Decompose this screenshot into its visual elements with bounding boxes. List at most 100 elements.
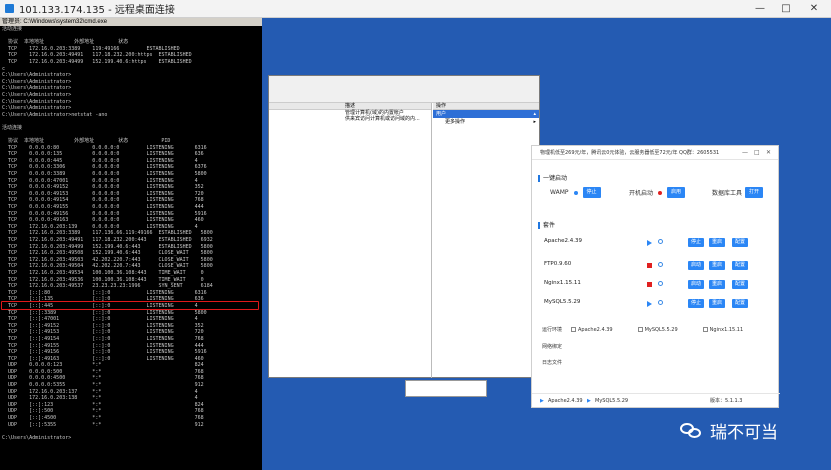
- mmc-list: 描述 管理计算机(域)的内置帐户 供来宾访问计算机或访问域的内...: [269, 103, 432, 378]
- actions-header: 操作: [433, 103, 539, 110]
- cmd-line: c: [2, 65, 6, 72]
- cmd-line: TCP 172.16.0.203:49491 117.18.232.200:44…: [2, 237, 213, 243]
- suite-title: 套件: [538, 220, 555, 229]
- log-label: 日志文件: [542, 360, 563, 366]
- rdp-title: 101.133.174.135 - 远程桌面连接: [19, 5, 175, 16]
- service-row: Apache2.4.39 停止 重启 配置: [544, 238, 772, 248]
- quick-title: 一键启动: [538, 173, 567, 182]
- settings-icon[interactable]: [658, 239, 663, 244]
- service-name: Apache2.4.39: [544, 238, 583, 244]
- service-row: FTP0.9.60 启动 重启 配置: [544, 261, 772, 271]
- checkbox[interactable]: [571, 327, 577, 332]
- status-icon: [647, 263, 652, 268]
- cmd-line: TCP [::]:49154 [::]:0 LISTENING 768: [2, 335, 204, 342]
- col-desc: 描述: [345, 103, 356, 109]
- run-env: 运行环境 Apache2.4.39 MySQL5.5.29 Nginx1.15.…: [542, 326, 744, 334]
- service-toggle-button[interactable]: 启动: [688, 261, 705, 270]
- cmd-line: C:\Users\Administrator>: [2, 98, 72, 105]
- cmd-line: TCP 172.16.0.203:3389 119:49166 ESTABLIS…: [2, 45, 180, 52]
- service-toggle-button[interactable]: 停止: [688, 299, 705, 308]
- minimize-button[interactable]: —: [742, 146, 748, 160]
- cmd-line: 协议 本地地址 外部地址 状态: [2, 39, 129, 46]
- cmd-line: TCP 0.0.0.0:80 0.0.0.0:0 LISTENING 6316: [2, 144, 207, 151]
- status-icon: [647, 240, 652, 246]
- service-config-button[interactable]: 配置: [732, 299, 749, 308]
- service-toggle-button[interactable]: 启动: [688, 280, 705, 289]
- cmd-line: C:\Users\Administrator>netstat -ano: [2, 111, 108, 118]
- cmd-window[interactable]: 管理员: C:\Windows\system32\cmd.exe 活动连接 协议…: [0, 18, 262, 470]
- dbtool-open-button[interactable]: 打开: [745, 187, 764, 198]
- status-icon: [647, 282, 652, 287]
- mmc-list-header: 描述: [269, 103, 431, 110]
- maximize-button[interactable]: □: [777, 1, 795, 16]
- mmc-toolbar: [269, 76, 539, 103]
- cmd-line: TCP 0.0.0.0:49156 0.0.0.0:0 LISTENING 59…: [2, 210, 207, 217]
- version-label: 版本：5.1.1.3: [710, 398, 743, 404]
- cmd-line: UDP [::]:4500 *:* 768: [2, 415, 204, 422]
- cmd-line: TCP 0.0.0.0:3306 0.0.0.0:0 LISTENING 637…: [2, 164, 207, 171]
- mmc-actions: 操作 用户 ▴ 更多操作 ▸: [433, 103, 539, 378]
- service-config-button[interactable]: 配置: [732, 238, 749, 247]
- service-config-button[interactable]: 配置: [732, 261, 749, 270]
- cmd-line: C:\Users\Administrator>: [2, 105, 72, 112]
- service-restart-button[interactable]: 重启: [709, 261, 726, 270]
- status-icon: [647, 301, 652, 307]
- cmd-line: UDP [::]:500 *:* 768: [2, 408, 204, 415]
- minimize-button[interactable]: —: [751, 1, 769, 16]
- mmc-window[interactable]: 描述 管理计算机(域)的内置帐户 供来宾访问计算机或访问域的内... 操作 用户…: [268, 75, 540, 378]
- cmd-line: TCP 172.16.0.203:49508 152.199.40.6:443 …: [2, 250, 213, 257]
- cmd-line: UDP 0.0.0.0:5355 *:* 912: [2, 382, 204, 389]
- service-restart-button[interactable]: 重启: [709, 238, 726, 247]
- phpstudy-panel[interactable]: 物理机低至269元/年，腾讯云0元体验，云服务器低至72元/年 QQ群：2605…: [531, 145, 780, 408]
- cmd-line: UDP 0.0.0.0:500 *:* 768: [2, 368, 204, 375]
- cmd-line: TCP 172.16.0.203:49503 42.202.220.7:443 …: [2, 256, 213, 263]
- close-button[interactable]: ✕: [766, 146, 771, 160]
- cmd-line: C:\Users\Administrator>: [2, 78, 72, 85]
- checkbox[interactable]: [702, 327, 708, 332]
- service-row: MySQL5.5.29 停止 重启 配置: [544, 299, 772, 309]
- close-button[interactable]: ✕: [805, 1, 823, 16]
- rdp-titlebar: 101.133.174.135 - 远程桌面连接 — □ ✕: [0, 0, 831, 18]
- cmd-line: TCP [::]:3389 [::]:0 LISTENING 5800: [2, 309, 207, 316]
- cmd-line: TCP [::]:49153 [::]:0 LISTENING 720: [2, 329, 204, 336]
- service-name: FTP0.9.60: [544, 261, 572, 267]
- cmd-line: C:\Users\Administrator>: [2, 85, 72, 92]
- cmd-line: TCP 172.16.0.203:49504 42.202.220.7:443 …: [2, 263, 213, 270]
- cmd-line: [0, 118, 262, 125]
- cmd-output: 活动连接 协议 本地地址 外部地址 状态 TCP 172.16.0.203:33…: [0, 26, 262, 441]
- cmd-line: UDP 0.0.0.0:4500 *:* 768: [2, 375, 204, 382]
- checkbox[interactable]: [637, 327, 643, 332]
- settings-icon[interactable]: [658, 300, 663, 305]
- rdp-icon: [5, 4, 14, 13]
- service-row: Nginx1.15.11 启动 重启 配置: [544, 280, 772, 290]
- notice-text: 物理机低至269元/年，腾讯云0元体验，云服务器低至72元/年 QQ群：2605…: [540, 150, 720, 156]
- quick-autostart: 开机启动 启用: [629, 187, 686, 198]
- collapse-icon: ▴: [533, 111, 536, 117]
- cmd-line: UDP 172.16.0.203:138 *:* 4: [2, 395, 198, 402]
- cmd-line: TCP 0.0.0.0:49155 0.0.0.0:0 LISTENING 44…: [2, 204, 204, 211]
- service-config-button[interactable]: 配置: [732, 280, 749, 289]
- service-toggle-button[interactable]: 停止: [688, 238, 705, 247]
- settings-icon[interactable]: [658, 262, 663, 267]
- cmd-line: UDP 0.0.0.0:123 *:* 824: [2, 362, 204, 369]
- settings-icon[interactable]: [658, 281, 663, 286]
- wamp-stop-button[interactable]: 停止: [582, 187, 601, 198]
- list-item[interactable]: 供来宾访问计算机或访问域的内...: [269, 116, 431, 122]
- restore-button[interactable]: □: [754, 146, 760, 160]
- service-restart-button[interactable]: 重启: [709, 280, 726, 289]
- cmd-line: TCP 172.16.0.203:49491 117.18.232.200:ht…: [2, 52, 192, 59]
- cmd-line: TCP 0.0.0.0:49152 0.0.0.0:0 LISTENING 35…: [2, 184, 204, 191]
- autostart-enable-button[interactable]: 启用: [667, 187, 686, 198]
- cmd-line: TCP 0.0.0.0:445 0.0.0.0:0 LISTENING 4: [2, 157, 198, 164]
- cmd-line: TCP 172.16.0.203:49499 152.199.40.6:443 …: [2, 243, 213, 250]
- cmd-line: TCP [::]:49155 [::]:0 LISTENING 444: [2, 342, 204, 349]
- cmd-line: 活动连接: [2, 26, 23, 32]
- service-restart-button[interactable]: 重启: [709, 299, 726, 308]
- panel-topbar: 物理机低至269元/年，腾讯云0元体验，云服务器低至72元/年 QQ群：2605…: [532, 146, 778, 160]
- service-name: Nginx1.15.11: [544, 280, 581, 286]
- cmd-line: UDP [::]:123 *:* 824: [2, 401, 204, 408]
- scroll-area: [405, 380, 487, 397]
- more-actions[interactable]: 更多操作 ▸: [433, 118, 539, 126]
- chevron-right-icon: ▸: [533, 119, 536, 125]
- actions-user[interactable]: 用户 ▴: [433, 110, 539, 118]
